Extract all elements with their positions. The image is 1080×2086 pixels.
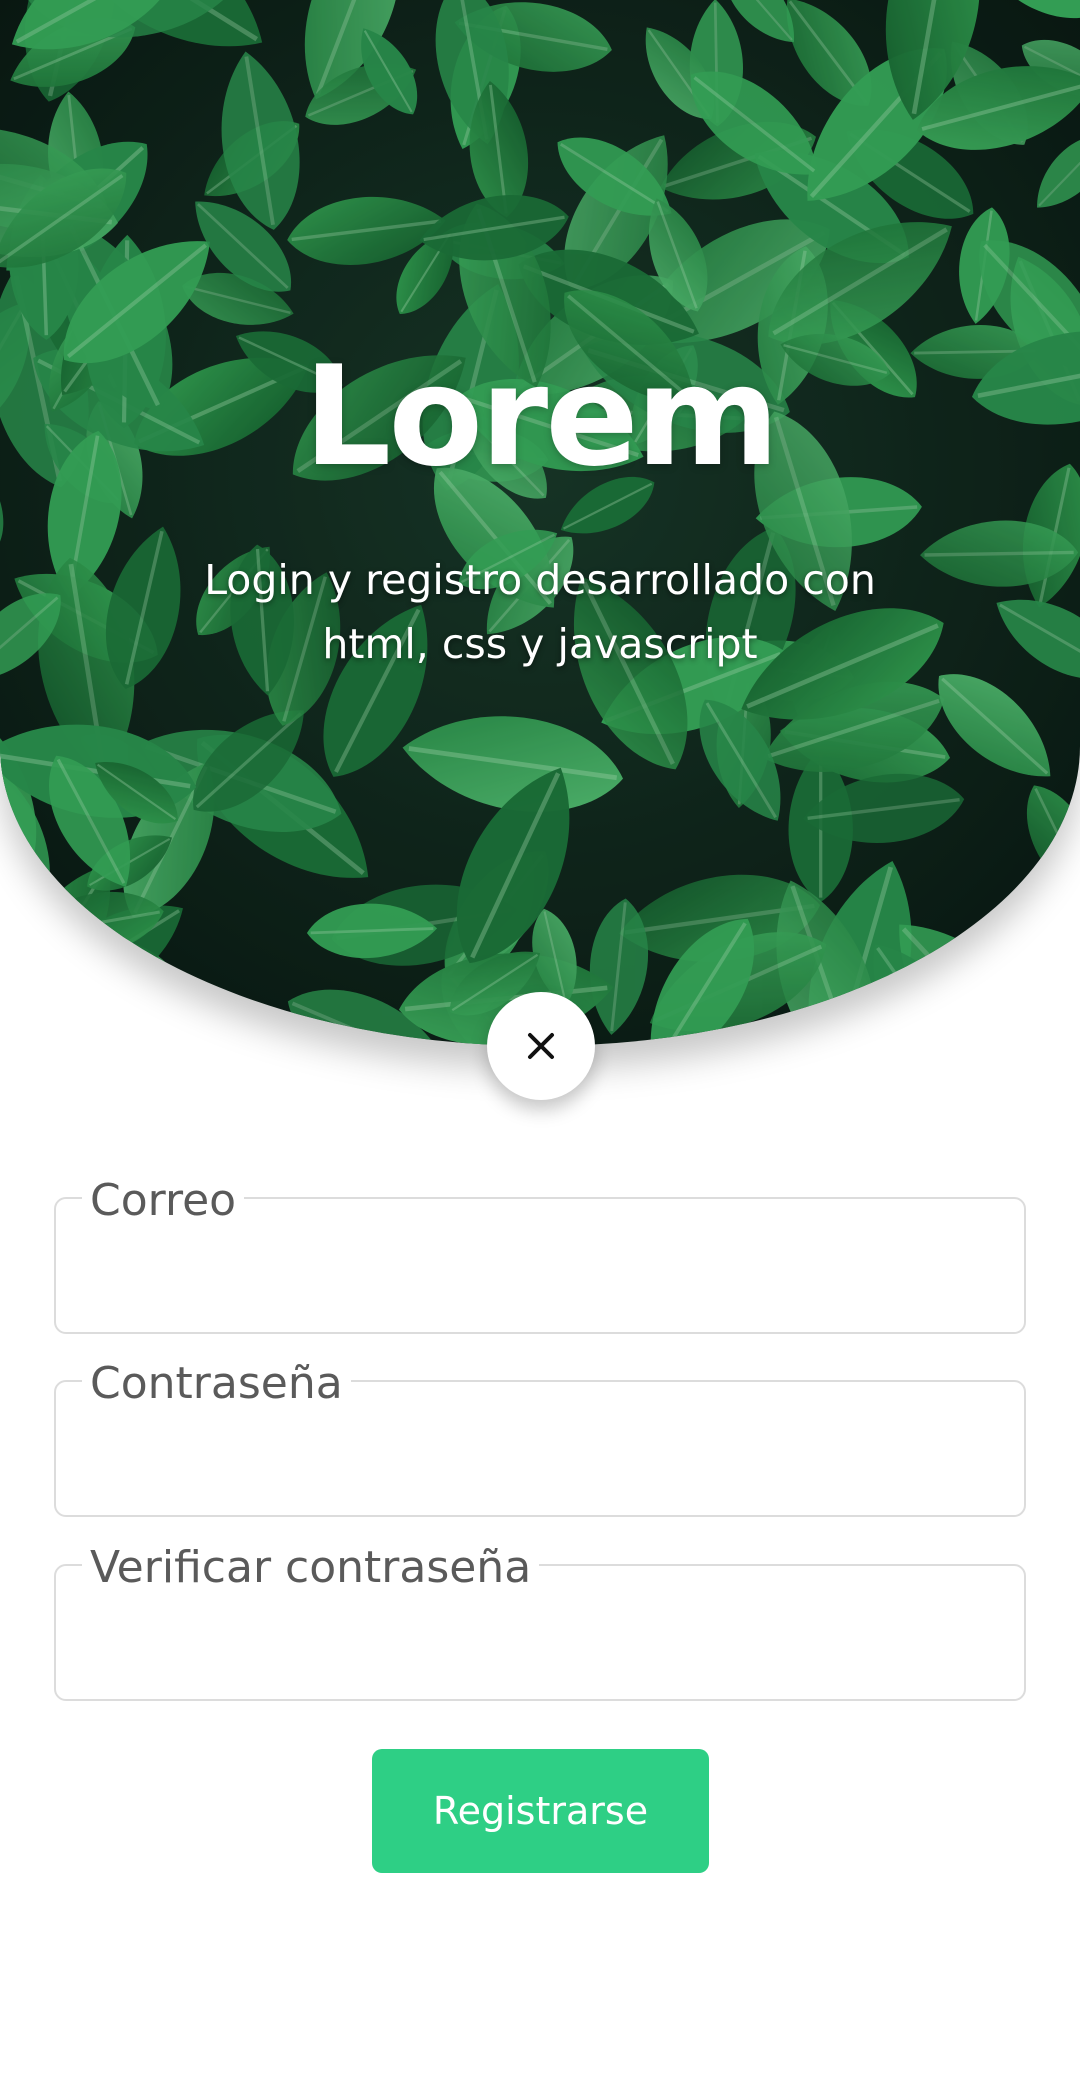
verify-password-label: Verificar contraseña bbox=[82, 1542, 540, 1594]
register-button[interactable]: Registrarse bbox=[372, 1749, 709, 1873]
close-icon bbox=[528, 1033, 554, 1059]
password-field-group: Contraseña bbox=[54, 1358, 1026, 1517]
password-label: Contraseña bbox=[82, 1358, 351, 1410]
password-input[interactable] bbox=[56, 1410, 1022, 1510]
verify-password-field-group: Verificar contraseña bbox=[54, 1542, 1026, 1701]
verify-password-input[interactable] bbox=[56, 1594, 1022, 1694]
hero-banner: Lorem Login y registro desarrollado con … bbox=[0, 0, 1080, 1046]
email-input[interactable] bbox=[56, 1227, 1022, 1327]
email-label: Correo bbox=[82, 1175, 245, 1227]
email-field-group: Correo bbox=[54, 1175, 1026, 1334]
hero-title: Lorem bbox=[303, 336, 779, 497]
leaves-background-image bbox=[0, 0, 1080, 1046]
close-button[interactable] bbox=[487, 992, 595, 1100]
hero-subtitle: Login y registro desarrollado con html, … bbox=[204, 556, 876, 668]
